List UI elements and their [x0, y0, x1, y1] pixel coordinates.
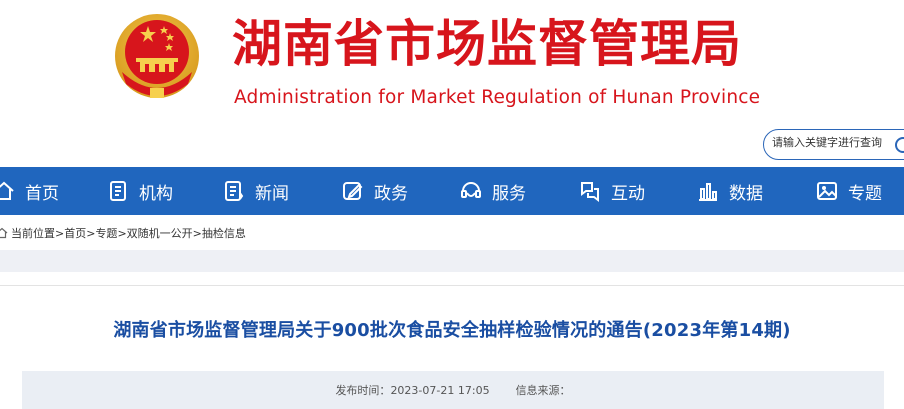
search-input[interactable]: [772, 136, 892, 149]
breadcrumb-home[interactable]: 首页: [64, 225, 86, 241]
section-band: [0, 250, 904, 272]
article-meta-bar: 发布时间： 2023-07-21 17:05 信息来源：: [22, 371, 884, 409]
breadcrumb-label: 当前位置: [11, 227, 55, 240]
nav-label: 服务: [492, 183, 526, 204]
home-icon: [0, 181, 14, 200]
breadcrumb-separator: >: [117, 226, 127, 240]
breadcrumb-inspection[interactable]: 抽检信息: [202, 225, 246, 241]
nav-label: 专题: [848, 183, 882, 204]
home-icon: [0, 227, 8, 239]
org-icon: [110, 181, 126, 201]
site-title-cn: 湖南省市场监督管理局: [232, 15, 742, 73]
nav-item-gov[interactable]: 政务: [341, 167, 408, 215]
nav-label: 互动: [611, 183, 645, 204]
breadcrumb-separator: >: [86, 226, 96, 240]
search-icon[interactable]: [894, 136, 904, 154]
search-box: [763, 129, 904, 160]
article-meta: 发布时间： 2023-07-21 17:05 信息来源：: [22, 371, 884, 409]
service-icon: [461, 182, 481, 198]
breadcrumb: 当前位置 > 首页 > 专题 > 双随机一公开 > 抽检信息: [0, 220, 246, 246]
interact-icon: [581, 182, 599, 202]
nav-item-home[interactable]: 首页: [0, 167, 59, 215]
main-nav: 首页 机构 新闻 政务 服务 互动 数据 专题: [0, 167, 904, 215]
image-icon: [817, 182, 837, 200]
nav-item-interact[interactable]: 互动: [578, 167, 645, 215]
edit-icon: [343, 182, 363, 200]
breadcrumb-double-random[interactable]: 双随机一公开: [127, 225, 193, 241]
breadcrumb-separator: >: [192, 226, 202, 240]
nav-label: 政务: [374, 183, 408, 204]
nav-label: 首页: [25, 183, 59, 204]
article-title: 湖南省市场监督管理局关于900批次食品安全抽样检验情况的通告(2023年第14期…: [113, 320, 791, 341]
nav-label: 机构: [139, 183, 173, 204]
site-title-en: Administration for Market Regulation of …: [234, 87, 761, 108]
nav-label: 数据: [729, 183, 763, 204]
bar-chart-icon: [699, 183, 717, 201]
site-header: 湖南省市场监督管理局 Administration for Market Reg…: [0, 0, 904, 160]
publish-label: 发布时间：: [335, 384, 391, 397]
source-label: 信息来源：: [515, 384, 571, 397]
nav-label: 新闻: [255, 183, 289, 204]
national-emblem-icon: [115, 14, 199, 98]
publish-time: 2023-07-21 17:05: [390, 383, 490, 397]
nav-item-news[interactable]: 新闻: [222, 167, 289, 215]
news-icon: [225, 181, 244, 201]
nav-item-org[interactable]: 机构: [106, 167, 173, 215]
nav-item-data[interactable]: 数据: [696, 167, 763, 215]
nav-item-topic[interactable]: 专题: [815, 167, 882, 215]
breadcrumb-separator: >: [55, 226, 65, 240]
nav-item-service[interactable]: 服务: [459, 167, 526, 215]
divider: [0, 285, 904, 286]
breadcrumb-topic[interactable]: 专题: [95, 225, 117, 241]
